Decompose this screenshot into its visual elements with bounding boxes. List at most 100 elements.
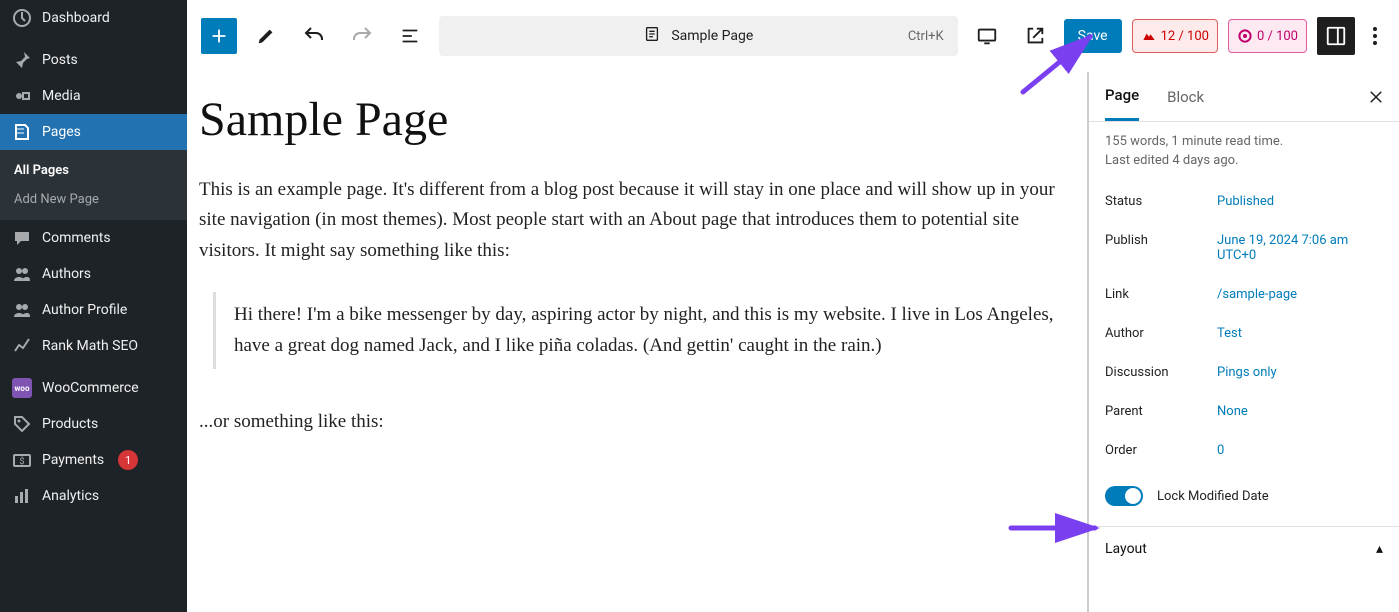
sidebar-item-label: WooCommerce: [42, 380, 139, 396]
panel-body: 155 words, 1 minute read time. Last edit…: [1089, 122, 1399, 526]
row-order: Order 0: [1105, 431, 1383, 470]
row-lock-modified: Lock Modified Date: [1105, 470, 1383, 526]
users-icon: [12, 264, 32, 284]
more-options-button[interactable]: [1365, 17, 1385, 55]
label-author: Author: [1105, 326, 1217, 341]
svg-text:$: $: [19, 456, 24, 467]
settings-panel-toggle[interactable]: [1317, 17, 1355, 55]
label-order: Order: [1105, 443, 1217, 458]
sidebar-item-label: Products: [42, 416, 98, 432]
settings-panel: Page Block 155 words, 1 minute read time…: [1087, 72, 1399, 612]
sidebar-item-label: Payments: [42, 452, 104, 468]
sidebar-item-label: Author Profile: [42, 302, 127, 318]
lock-modified-toggle[interactable]: [1105, 486, 1143, 506]
paragraph-block[interactable]: ...or something like this:: [199, 407, 1075, 437]
row-discussion: Discussion Pings only: [1105, 353, 1383, 392]
row-parent: Parent None: [1105, 392, 1383, 431]
sidebar-item-media[interactable]: Media: [0, 78, 187, 114]
users-icon: [12, 300, 32, 320]
summary-edited: Last edited 4 days ago.: [1105, 153, 1383, 168]
row-status: Status Published: [1105, 182, 1383, 221]
sidebar-item-label: Pages: [42, 124, 81, 140]
value-parent[interactable]: None: [1217, 404, 1383, 419]
value-discussion[interactable]: Pings only: [1217, 365, 1383, 380]
seo-score-1-value: 12 / 100: [1161, 29, 1209, 44]
annotation-arrow: [1018, 30, 1108, 104]
woo-icon: woo: [12, 378, 32, 398]
shortcut-hint: Ctrl+K: [908, 29, 944, 44]
analytics-icon: [12, 486, 32, 506]
payment-icon: $: [12, 450, 32, 470]
sidebar-item-posts[interactable]: Posts: [0, 42, 187, 78]
value-author[interactable]: Test: [1217, 326, 1383, 341]
sidebar-item-label: Media: [42, 88, 81, 104]
value-publish[interactable]: June 19, 2024 7:06 am UTC+0: [1217, 233, 1383, 263]
redo-button[interactable]: [343, 17, 381, 55]
panel-tabs: Page Block: [1089, 72, 1399, 122]
label-publish: Publish: [1105, 233, 1217, 248]
page-title[interactable]: Sample Page: [199, 92, 1075, 147]
summary-words: 155 words, 1 minute read time.: [1105, 134, 1383, 149]
sidebar-item-label: Analytics: [42, 488, 99, 504]
row-publish: Publish June 19, 2024 7:06 am UTC+0: [1105, 221, 1383, 275]
sidebar-item-label: Authors: [42, 266, 91, 282]
sidebar-item-payments[interactable]: $ Payments 1: [0, 442, 187, 478]
chart-icon: [12, 336, 32, 356]
admin-sidebar: Dashboard Posts Media Pages All Pages Ad…: [0, 0, 187, 612]
submenu-all-pages[interactable]: All Pages: [0, 156, 187, 185]
sidebar-item-rankmath[interactable]: Rank Math SEO: [0, 328, 187, 364]
lock-modified-label: Lock Modified Date: [1157, 489, 1269, 504]
editor-canvas[interactable]: Sample Page This is an example page. It'…: [187, 72, 1087, 612]
pin-icon: [12, 50, 32, 70]
page-icon: [643, 25, 661, 47]
row-author: Author Test: [1105, 314, 1383, 353]
annotation-arrow: [1007, 518, 1107, 542]
dots-vertical-icon: [1373, 27, 1377, 45]
quote-block[interactable]: Hi there! I'm a bike messenger by day, a…: [213, 292, 1075, 369]
seo-score-2[interactable]: 0 / 100: [1228, 19, 1307, 53]
document-bar[interactable]: Sample Page Ctrl+K: [439, 16, 958, 56]
row-link: Link /sample-page: [1105, 275, 1383, 314]
edit-mode-button[interactable]: [247, 17, 285, 55]
value-link[interactable]: /sample-page: [1217, 287, 1383, 302]
section-layout-label: Layout: [1105, 541, 1147, 557]
seo-score-1[interactable]: 12 / 100: [1132, 19, 1218, 53]
sidebar-item-label: Rank Math SEO: [42, 338, 138, 354]
label-parent: Parent: [1105, 404, 1217, 419]
add-block-button[interactable]: [201, 18, 237, 54]
sidebar-item-products[interactable]: Products: [0, 406, 187, 442]
value-status[interactable]: Published: [1217, 194, 1383, 209]
value-order[interactable]: 0: [1217, 443, 1383, 458]
sidebar-item-analytics[interactable]: Analytics: [0, 478, 187, 514]
tab-block[interactable]: Block: [1167, 74, 1204, 120]
sidebar-item-label: Dashboard: [42, 10, 110, 26]
sidebar-item-woocommerce[interactable]: woo WooCommerce: [0, 370, 187, 406]
chevron-up-icon: ▴: [1376, 541, 1383, 557]
label-link: Link: [1105, 287, 1217, 302]
tab-page[interactable]: Page: [1105, 72, 1139, 121]
document-title: Sample Page: [671, 28, 753, 44]
section-layout[interactable]: Layout ▴: [1089, 526, 1399, 571]
submenu-add-new[interactable]: Add New Page: [0, 185, 187, 214]
label-discussion: Discussion: [1105, 365, 1217, 380]
label-status: Status: [1105, 194, 1217, 209]
sidebar-item-dashboard[interactable]: Dashboard: [0, 0, 187, 36]
close-panel-button[interactable]: [1367, 88, 1385, 111]
comment-icon: [12, 228, 32, 248]
sidebar-item-label: Posts: [42, 52, 78, 68]
sidebar-item-pages[interactable]: Pages: [0, 114, 187, 150]
undo-button[interactable]: [295, 17, 333, 55]
sidebar-item-authors[interactable]: Authors: [0, 256, 187, 292]
sidebar-item-comments[interactable]: Comments: [0, 220, 187, 256]
paragraph-block[interactable]: This is an example page. It's different …: [199, 175, 1075, 266]
view-button[interactable]: [968, 17, 1006, 55]
media-icon: [12, 86, 32, 106]
sidebar-item-author-profile[interactable]: Author Profile: [0, 292, 187, 328]
sidebar-item-label: Comments: [42, 230, 111, 246]
seo-score-2-value: 0 / 100: [1257, 29, 1298, 44]
editor-topbar: Sample Page Ctrl+K Save 12 / 100 0 / 100: [187, 0, 1399, 72]
document-overview-button[interactable]: [391, 17, 429, 55]
tag-icon: [12, 414, 32, 434]
sidebar-submenu: All Pages Add New Page: [0, 150, 187, 220]
quote-text: Hi there! I'm a bike messenger by day, a…: [234, 300, 1057, 361]
